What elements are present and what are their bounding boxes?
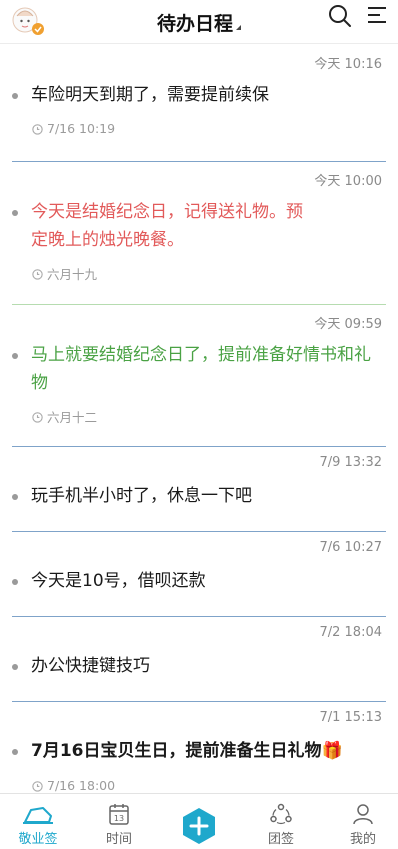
menu-icon[interactable] (366, 4, 388, 26)
bullet-dot (12, 210, 18, 216)
todo-reminder: 六月十九 (31, 264, 97, 283)
todo-list[interactable]: 今天 10:16 车险明天到期了，需要提前续保 7/16 10:19 今天 10… (0, 45, 398, 793)
tab-time[interactable]: 13 时间 (96, 794, 142, 849)
todo-reminder-date: 六月十二 (47, 410, 98, 425)
search-icon[interactable] (327, 3, 353, 29)
bullet-dot (12, 494, 18, 500)
todo-text: 玩手机半小时了，休息一下吧 (31, 486, 252, 506)
todo-time: 今天 10:00 (314, 174, 382, 189)
todo-reminder-date: 7/16 18:00 (47, 778, 116, 793)
alarm-clock-icon (32, 781, 43, 792)
tab-label: 我的 (349, 832, 376, 847)
tab-label: 团签 (267, 832, 294, 847)
bullet-dot (12, 353, 18, 359)
todo-time: 7/9 13:32 (319, 455, 382, 470)
todo-item[interactable]: 今天 10:00 今天是结婚纪念日，记得送礼物。预定晚上的烛光晚餐。 六月十九 (0, 162, 398, 305)
todo-item[interactable]: 7/1 15:13 7月16日宝贝生日，提前准备生日礼物🎁 7/16 18:00 (0, 702, 398, 793)
todo-time: 今天 09:59 (314, 317, 382, 332)
todo-item[interactable]: 今天 10:16 车险明天到期了，需要提前续保 7/16 10:19 (0, 45, 398, 162)
todo-text: 7月16日宝贝生日，提前准备生日礼物🎁 (31, 737, 378, 765)
user-icon (353, 804, 373, 825)
tab-label: 时间 (105, 832, 132, 847)
todo-item[interactable]: 7/9 13:32 玩手机半小时了，休息一下吧 (0, 447, 398, 532)
todo-time: 7/2 18:04 (319, 625, 382, 640)
team-icon (270, 803, 292, 825)
todo-text-content: 7月16日宝贝生日，提前准备生日礼物 (31, 741, 322, 761)
todo-reminder: 7/16 10:19 (31, 121, 115, 136)
tab-notes[interactable]: 敬业签 (8, 794, 68, 849)
todo-time: 今天 10:16 (314, 57, 382, 72)
todo-item[interactable]: 今天 09:59 马上就要结婚纪念日了，提前准备好情书和礼物 六月十二 (0, 305, 398, 447)
todo-reminder-date: 六月十九 (47, 267, 98, 282)
todo-text: 今天是结婚纪念日，记得送礼物。预定晚上的烛光晚餐。 (31, 202, 303, 250)
tab-mine[interactable]: 我的 (340, 794, 386, 849)
alarm-clock-icon (32, 124, 43, 135)
alarm-clock-icon (32, 412, 43, 423)
todo-time: 7/1 15:13 (319, 710, 382, 725)
todo-item[interactable]: 7/2 18:04 办公快捷键技巧 (0, 617, 398, 702)
todo-text: 今天是10号，借呗还款 (31, 571, 206, 591)
tab-team[interactable]: 团签 (258, 794, 304, 849)
gift-icon: 🎁 (321, 741, 343, 761)
todo-reminder-date: 7/16 10:19 (47, 121, 116, 136)
todo-reminder: 7/16 18:00 (31, 778, 115, 793)
calendar-day: 13 (114, 814, 124, 823)
page-title-text: 待办日程 (156, 12, 233, 35)
todo-time: 7/6 10:27 (319, 540, 382, 555)
bullet-dot (12, 749, 18, 755)
bullet-dot (12, 664, 18, 670)
todo-reminder: 六月十二 (31, 407, 97, 426)
calendar-icon: 13 (109, 804, 129, 825)
todo-text: 马上就要结婚纪念日了，提前准备好情书和礼物 (31, 345, 371, 393)
bottom-tab-bar: 敬业签 13 时间 团签 我的 (0, 793, 398, 849)
app-header: 待办日程 (0, 0, 398, 44)
todo-text: 办公快捷键技巧 (31, 656, 150, 676)
alarm-clock-icon (32, 269, 43, 280)
todo-text: 车险明天到期了，需要提前续保 (31, 85, 269, 105)
bullet-dot (12, 579, 18, 585)
dropdown-caret-icon (236, 24, 241, 30)
bullet-dot (12, 93, 18, 99)
todo-item[interactable]: 7/6 10:27 今天是10号，借呗还款 (0, 532, 398, 617)
cloud-note-icon (23, 807, 53, 824)
add-button[interactable] (180, 807, 218, 845)
tab-label: 敬业签 (18, 832, 58, 847)
